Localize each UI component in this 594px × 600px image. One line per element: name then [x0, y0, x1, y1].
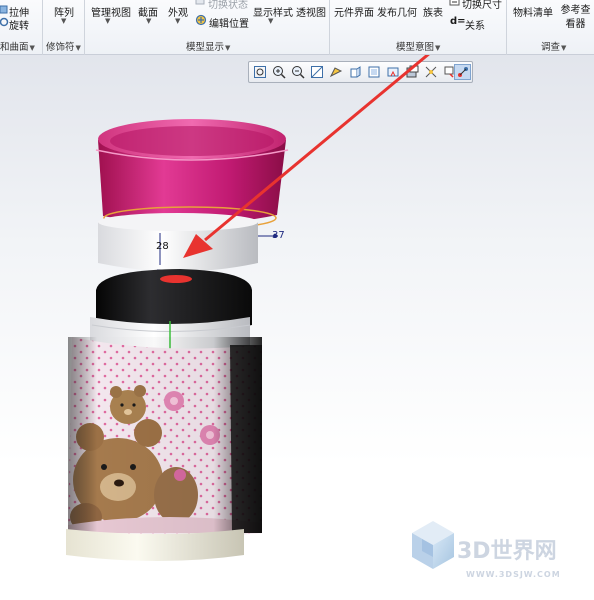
switch-state-icon	[195, 0, 205, 5]
bill-of-materials-button[interactable]: 物料清单	[513, 4, 553, 19]
perspective-button[interactable]: 透视图	[296, 4, 326, 19]
group-investigate-text: 调查	[541, 42, 561, 53]
watermark-cube-icon	[412, 521, 454, 569]
white-neck[interactable]	[98, 213, 258, 272]
watermark-brand: 3D世界网	[457, 539, 557, 564]
pattern-dropdown-icon[interactable]: ▼	[61, 17, 66, 25]
group-model-display-text: 模型显示	[186, 42, 225, 53]
watermark-url: WWW.3DSJW.COM	[466, 570, 561, 579]
family-table-button[interactable]: 族表	[423, 4, 443, 19]
revolve-icon	[0, 17, 9, 27]
ribbon-separator	[329, 0, 330, 55]
view-manager-dropdown-icon[interactable]: ▼	[105, 17, 110, 25]
group-label-model-intent[interactable]: 模型意图▼	[396, 39, 440, 53]
edit-position-icon	[195, 14, 207, 26]
group-caret-icon: ▼	[29, 44, 35, 52]
switch-dimensions-icon	[449, 0, 460, 6]
switch-dimensions-button[interactable]: 切换尺寸	[462, 0, 502, 11]
group-label-modifiers[interactable]: 修饰符▼	[46, 39, 81, 53]
ribbon: 拉伸 旋转 和曲面▼ 阵列 ▼ 修饰符▼ 管理视图 ▼ 截面 ▼ 外观 ▼ 切换…	[0, 0, 594, 55]
group-caret-icon: ▼	[225, 44, 231, 52]
dimension-28-label[interactable]: 28	[156, 241, 169, 252]
model-canvas[interactable]	[0, 55, 594, 600]
group-label-model-display[interactable]: 模型显示▼	[186, 39, 230, 53]
display-style-dropdown-icon[interactable]: ▼	[268, 17, 273, 25]
relations-button[interactable]: 关系	[465, 17, 485, 32]
component-interface-button[interactable]: 元件界面	[334, 4, 374, 19]
bottle-body[interactable]	[68, 337, 262, 538]
group-caret-icon: ▼	[75, 44, 81, 52]
revolve-button[interactable]: 旋转	[9, 17, 29, 32]
group-label-investigate[interactable]: 调查▼	[541, 39, 566, 53]
ribbon-separator	[84, 0, 85, 55]
graphics-viewport[interactable]: 28 37 3D世界网 WWW.3DSJW.COM	[0, 55, 594, 600]
group-surfaces-text: 和曲面	[0, 42, 29, 53]
relations-icon: d=	[450, 16, 466, 27]
reference-viewer-button[interactable]: 参考查看器	[557, 4, 594, 32]
pink-cap[interactable]	[95, 119, 289, 230]
group-caret-icon: ▼	[435, 44, 441, 52]
group-label-surfaces[interactable]: 和曲面▼	[0, 39, 35, 53]
publish-geometry-button[interactable]: 发布几何	[377, 4, 417, 19]
section-dropdown-icon[interactable]: ▼	[146, 17, 151, 25]
switch-state-button[interactable]: 切换状态	[208, 0, 248, 11]
edit-position-button[interactable]: 编辑位置	[209, 15, 249, 30]
group-caret-icon: ▼	[561, 44, 567, 52]
ribbon-separator	[506, 0, 507, 55]
group-model-intent-text: 模型意图	[396, 42, 435, 53]
ribbon-separator	[42, 0, 43, 55]
extrude-icon	[0, 5, 8, 14]
view-manager-button[interactable]: 管理视图	[91, 4, 131, 19]
appearance-dropdown-icon[interactable]: ▼	[175, 17, 180, 25]
group-modifiers-text: 修饰符	[46, 42, 75, 53]
dimension-37-label[interactable]: 37	[272, 230, 285, 241]
